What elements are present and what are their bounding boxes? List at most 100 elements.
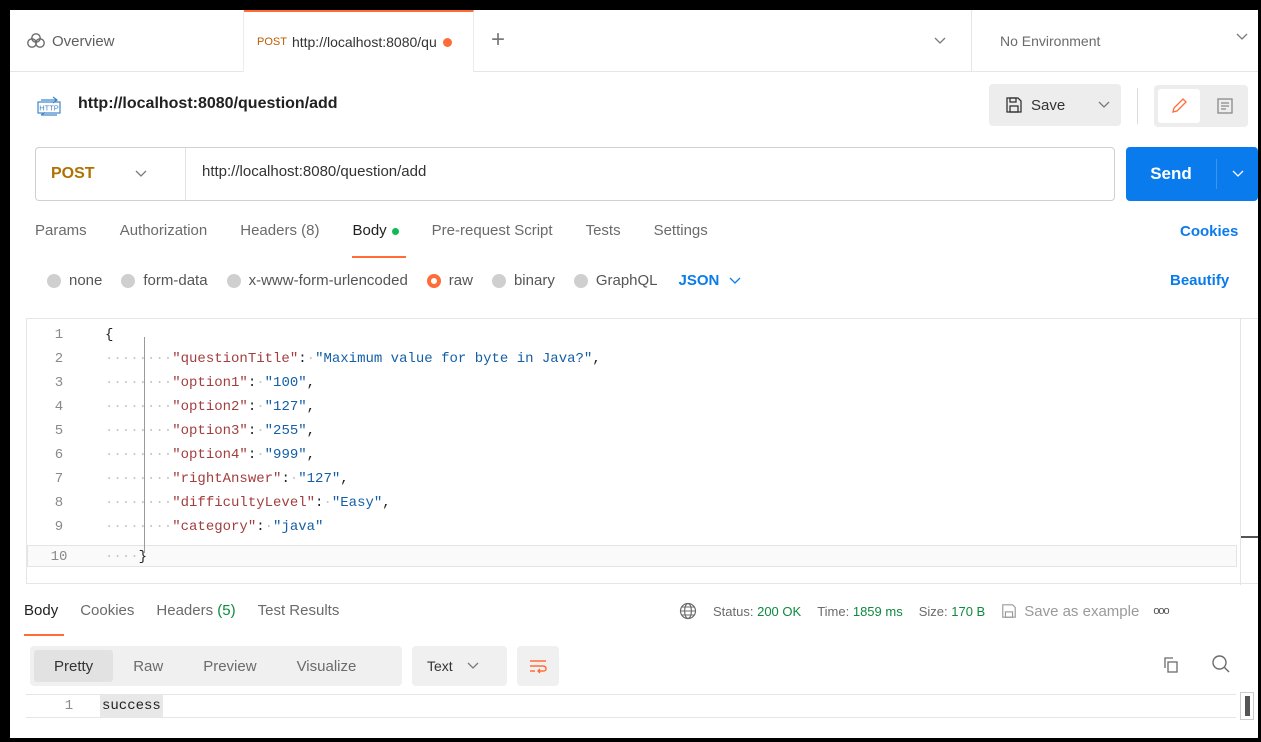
radio-graphql[interactable]: GraphQL <box>573 272 658 289</box>
radio-circle <box>47 273 61 288</box>
chevron-down-icon <box>135 170 147 177</box>
send-button[interactable]: Send <box>1126 147 1258 201</box>
response-tab-headers-label: Headers <box>156 602 214 619</box>
search-button[interactable] <box>1211 654 1231 678</box>
radio-form-data[interactable]: form-data <box>121 272 208 289</box>
tab-pre-request-script[interactable]: Pre-request Script <box>432 222 553 258</box>
more-options-button[interactable]: ooo <box>1153 605 1169 617</box>
tab-params[interactable]: Params <box>35 222 87 258</box>
radio-raw[interactable]: raw <box>426 272 473 289</box>
request-title[interactable]: http://localhost:8080/question/add <box>78 95 338 113</box>
method-selector[interactable]: POST <box>36 148 186 200</box>
editor-scrollbar[interactable] <box>1240 319 1258 585</box>
save-options-dropdown[interactable] <box>1087 84 1121 126</box>
json-value: "Easy" <box>331 495 383 511</box>
tab-headers[interactable]: Headers (8) <box>240 222 319 258</box>
http-icon: HTTP <box>37 96 61 116</box>
save-icon <box>1006 97 1022 113</box>
line-number: 6 <box>54 447 64 463</box>
tab-settings[interactable]: Settings <box>654 222 708 258</box>
pencil-icon <box>1172 98 1187 113</box>
json-key: "difficultyLevel" <box>172 495 316 511</box>
response-view-selector: Pretty Raw Preview Visualize <box>30 646 402 686</box>
chevron-down-icon <box>729 277 741 284</box>
globe-icon[interactable] <box>679 602 697 620</box>
body-format-dropdown[interactable]: JSON <box>679 272 742 289</box>
response-tab-headers[interactable]: Headers (5) <box>156 602 235 636</box>
url-input[interactable] <box>202 163 1082 180</box>
new-tab-button[interactable]: + <box>491 28 505 52</box>
status-value: 200 OK <box>757 603 802 619</box>
body-indicator-dot <box>391 227 399 235</box>
code-text: ········"category":·"java" <box>105 519 324 535</box>
json-key: "option2" <box>172 399 248 415</box>
tab-authorization[interactable]: Authorization <box>120 222 208 258</box>
code-text: ········"rightAnswer":·"127", <box>105 471 349 487</box>
search-icon <box>1212 655 1230 673</box>
method-label: POST <box>51 165 95 182</box>
time-label: Time: <box>817 603 850 619</box>
tab-overview[interactable]: Overview <box>10 10 244 72</box>
json-comma: , <box>306 399 316 415</box>
view-pretty[interactable]: Pretty <box>34 650 114 682</box>
code-editor[interactable]: 1 { 2 ········"questionTitle":·"Maximum … <box>26 318 1258 585</box>
environment-label: No Environment <box>1000 33 1101 49</box>
tab-method: POST <box>257 36 287 48</box>
json-value: "java" <box>273 519 324 535</box>
response-tab-test-results[interactable]: Test Results <box>258 602 340 636</box>
overview-icon <box>27 33 45 48</box>
tab-tests[interactable]: Tests <box>586 222 621 258</box>
size-label: Size: <box>918 603 948 619</box>
tab-headers-count: (8) <box>301 222 320 239</box>
code-line: 7 ········"rightAnswer":·"127", <box>27 467 1237 491</box>
save-icon <box>1002 604 1017 618</box>
body-format-label: JSON <box>678 272 720 289</box>
response-body[interactable]: 1 success <box>26 694 1236 718</box>
code-text: ········"option4":·"999", <box>105 447 316 463</box>
response-scrollbar[interactable] <box>1240 692 1254 720</box>
send-options-dropdown[interactable] <box>1217 170 1258 178</box>
scroll-thumb[interactable] <box>1245 696 1250 716</box>
time-info[interactable]: Time: 1859 ms <box>817 604 903 619</box>
environment-selector[interactable]: No Environment <box>971 10 1258 72</box>
code-line: 8 ········"difficultyLevel":·"Easy", <box>27 491 1237 515</box>
line-number: 1 <box>64 698 74 714</box>
code-line: 1 { <box>27 323 1237 347</box>
tab-request-active[interactable]: POST http://localhost:8080/question/add <box>244 10 474 72</box>
status-info[interactable]: Status: 200 OK <box>713 604 801 619</box>
scroll-thumb[interactable] <box>1241 536 1258 538</box>
save-as-example-button[interactable]: Save as example <box>1001 603 1139 620</box>
line-number: 9 <box>54 519 64 535</box>
size-info[interactable]: Size: 170 B <box>919 604 986 619</box>
wrap-lines-button[interactable] <box>517 646 559 686</box>
tab-overview-label: Overview <box>52 32 115 50</box>
response-tab-cookies[interactable]: Cookies <box>80 602 134 636</box>
tab-bar: Overview POST http://localhost:8080/ques… <box>10 10 1258 72</box>
radio-circle <box>573 273 588 288</box>
beautify-link[interactable]: Beautify <box>1170 272 1229 289</box>
code-line: 10 ····} <box>27 545 1237 569</box>
view-mode-toggle <box>1154 85 1248 127</box>
tab-url: http://localhost:8080/question/add <box>291 34 437 50</box>
json-comma: , <box>592 351 601 367</box>
radio-x-www-form-urlencoded[interactable]: x-www-form-urlencoded <box>226 272 408 289</box>
json-key: "option4" <box>172 447 248 463</box>
save-button[interactable]: Save <box>989 84 1121 126</box>
view-visualize[interactable]: Visualize <box>277 650 377 682</box>
documentation-button[interactable] <box>1208 89 1242 123</box>
radio-none[interactable]: none <box>47 272 102 289</box>
code-text: ········"option3":·"255", <box>105 423 316 439</box>
response-tab-body[interactable]: Body <box>24 602 65 636</box>
tab-body[interactable]: Body <box>352 222 407 258</box>
cookies-link[interactable]: Cookies <box>1180 223 1238 240</box>
copy-button[interactable] <box>1162 656 1180 678</box>
json-brace: } <box>138 549 148 565</box>
radio-binary[interactable]: binary <box>491 272 555 289</box>
save-as-example-label: Save as example <box>1024 602 1140 620</box>
tab-list-dropdown[interactable] <box>934 32 946 49</box>
edit-button[interactable] <box>1158 89 1200 123</box>
view-preview[interactable]: Preview <box>183 650 276 682</box>
radio-circle-selected <box>426 273 441 288</box>
response-format-dropdown[interactable]: Text <box>412 646 507 686</box>
view-raw[interactable]: Raw <box>113 650 183 682</box>
